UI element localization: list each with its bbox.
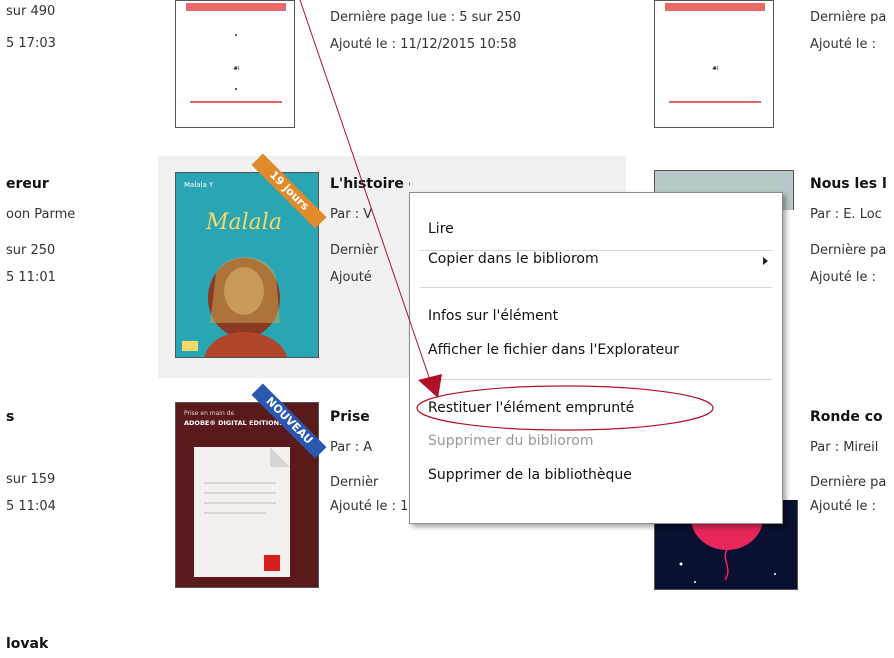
book-added-date: Ajouté <box>330 270 372 285</box>
book-last-page: Dernière pa <box>810 10 887 25</box>
menu-item-show-in-explorer[interactable]: Afficher le fichier dans l'Explorateur <box>428 342 679 358</box>
menu-item-delete-bibliorom: Supprimer du bibliorom <box>428 433 594 449</box>
book-last-page: Dernière page lue : 5 sur 250 <box>330 10 521 25</box>
book-last-page: Dernièr <box>330 475 379 490</box>
menu-item-info[interactable]: Infos sur l'élément <box>428 308 558 324</box>
submenu-arrow-icon <box>763 257 768 265</box>
menu-separator <box>420 287 772 288</box>
menu-item-read[interactable]: Lire <box>428 221 454 237</box>
book-added-date: Ajouté le : <box>810 499 877 514</box>
left-row2-progress: sur 250 <box>6 243 56 258</box>
book-author: Par : A <box>330 440 373 455</box>
menu-item-return-borrowed[interactable]: Restituer l'élément emprunté <box>428 400 634 416</box>
svg-text:☙: ☙ <box>711 64 719 74</box>
cover-title: Malala <box>205 210 282 235</box>
left-row2-title[interactable]: ereur <box>6 176 49 192</box>
cover-title: ADOBE® DIGITAL EDITIONS <box>184 419 284 427</box>
book-title[interactable]: Prise <box>330 409 409 425</box>
svg-text:Malala Y: Malala Y <box>184 181 214 189</box>
left-row1-progress: sur 490 <box>6 4 56 19</box>
book-added-date: Ajouté le : 11/12/2015 10:58 <box>330 37 517 52</box>
left-row4-title[interactable]: lovak <box>6 636 48 652</box>
book-added-date: Ajouté le : <box>810 270 877 285</box>
book-author: Par : V <box>330 207 373 222</box>
book-title[interactable]: Nous les l <box>810 176 894 192</box>
menu-item-copy[interactable]: Copier dans le bibliorom <box>428 251 599 267</box>
book-last-page: Dernière pa <box>810 243 887 258</box>
book-cover[interactable]: ☙ <box>175 0 295 128</box>
book-added-date: Ajouté le : <box>810 37 877 52</box>
book-cover[interactable]: ☙ <box>654 0 774 128</box>
book-title[interactable]: L'histoire de Malala <box>330 176 410 192</box>
left-row3-date: 5 11:04 <box>6 499 56 514</box>
context-menu: Lire Copier dans le bibliorom Infos sur … <box>409 192 783 524</box>
menu-separator <box>420 379 772 380</box>
left-row2-author: oon Parme <box>6 207 76 222</box>
book-author: Par : Mireil <box>810 440 879 455</box>
menu-item-delete-library[interactable]: Supprimer de la bibliothèque <box>428 467 632 483</box>
svg-text:☙: ☙ <box>232 64 240 74</box>
left-row2-date: 5 11:01 <box>6 270 56 285</box>
cover-art: ☙ <box>186 3 286 103</box>
svg-text:Prise en main de: Prise en main de <box>184 410 234 417</box>
left-row3-progress: sur 159 <box>6 472 56 487</box>
cover-art: ☙ <box>665 3 765 103</box>
book-title[interactable]: Ronde co <box>810 409 894 425</box>
book-author: Par : E. Loc <box>810 207 882 222</box>
left-row3-title[interactable]: s <box>6 409 14 425</box>
left-row1-date: 5 17:03 <box>6 36 56 51</box>
book-last-page: Dernière pa <box>810 475 887 490</box>
book-last-page: Dernièr <box>330 243 379 258</box>
